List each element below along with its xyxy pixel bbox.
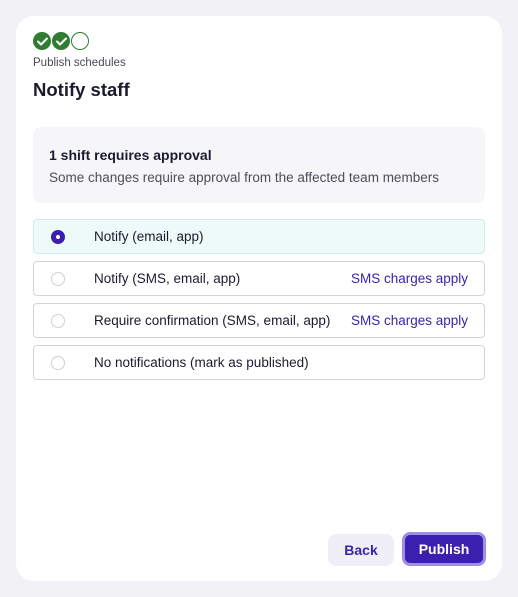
radio-button[interactable] xyxy=(51,229,65,244)
option-notify-sms-email-app[interactable]: Notify (SMS, email, app) SMS charges app… xyxy=(33,261,485,296)
step-2-check-icon xyxy=(52,32,70,50)
radio-button[interactable] xyxy=(51,313,65,328)
option-notify-email-app[interactable]: Notify (email, app) xyxy=(33,219,485,254)
progress-steps xyxy=(33,32,89,50)
option-no-notifications[interactable]: No notifications (mark as published) xyxy=(33,345,485,380)
step-1-check-icon xyxy=(33,32,51,50)
option-label: Notify (SMS, email, app) xyxy=(94,271,241,286)
option-label: Require confirmation (SMS, email, app) xyxy=(94,313,331,328)
radio-button[interactable] xyxy=(51,355,65,370)
radio-button[interactable] xyxy=(51,271,65,286)
publish-button[interactable]: Publish xyxy=(402,532,486,566)
back-button[interactable]: Back xyxy=(328,534,394,566)
option-label: Notify (email, app) xyxy=(94,229,204,244)
step-3-empty-circle-icon xyxy=(71,32,89,50)
page-title: Notify staff xyxy=(33,79,130,100)
page-subtitle: Publish schedules xyxy=(33,57,126,69)
approval-notice: 1 shift requires approval Some changes r… xyxy=(33,127,485,203)
option-require-confirmation[interactable]: Require confirmation (SMS, email, app) S… xyxy=(33,303,485,338)
sms-charges-note: SMS charges apply xyxy=(350,313,468,328)
option-label: No notifications (mark as published) xyxy=(94,355,309,370)
notification-options: Notify (email, app) Notify (SMS, email, … xyxy=(33,219,485,387)
approval-text: Some changes require approval from the a… xyxy=(49,170,439,185)
sms-charges-note: SMS charges apply xyxy=(350,271,468,286)
publish-modal: Publish schedules Notify staff 1 shift r… xyxy=(16,16,502,581)
approval-title: 1 shift requires approval xyxy=(49,147,212,163)
